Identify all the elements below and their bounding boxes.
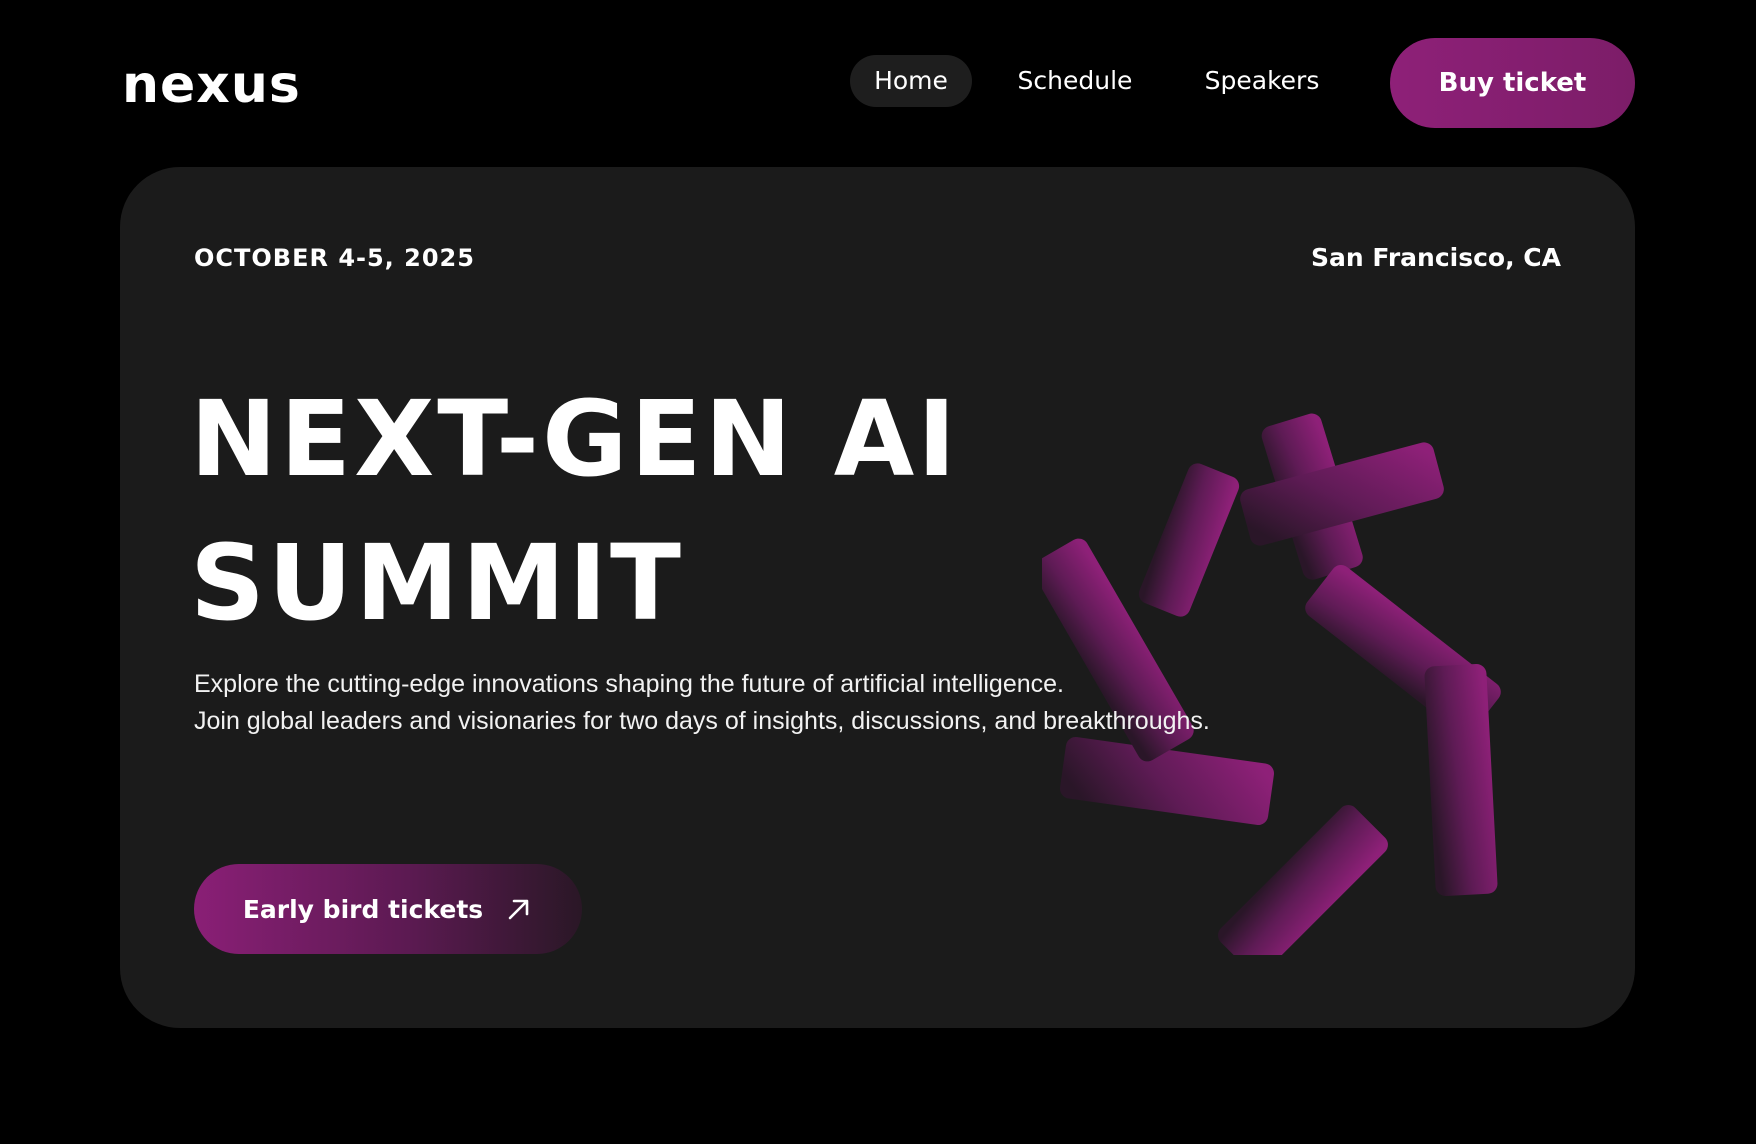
brand-logo[interactable]: nexus [122, 52, 301, 118]
nav-item-home[interactable]: Home [850, 55, 972, 107]
early-bird-tickets-button[interactable]: Early bird tickets [194, 864, 582, 954]
hero-title-line-1: NEXT-GEN AI [190, 378, 959, 500]
hero-title-line-2: SUMMIT [190, 522, 684, 644]
event-date: OCTOBER 4-5, 2025 [194, 244, 475, 272]
early-bird-tickets-label: Early bird tickets [242, 894, 484, 924]
hero-description-line-2: Join global leaders and visionaries for … [194, 707, 1210, 735]
buy-ticket-button[interactable]: Buy ticket [1390, 38, 1635, 128]
hero-title: NEXT-GEN AI SUMMIT [190, 367, 1290, 655]
nav-item-speakers[interactable]: Speakers [1186, 55, 1338, 107]
hero-description-line-1: Explore the cutting-edge innovations sha… [194, 670, 1064, 698]
nav-item-schedule[interactable]: Schedule [1000, 55, 1150, 107]
event-location: San Francisco, CA [1310, 243, 1561, 272]
arrow-up-right-icon [508, 899, 529, 920]
hero-description: Explore the cutting-edge innovations sha… [194, 666, 1374, 740]
hero-card: OCTOBER 4-5, 2025 San Francisco, CA NEXT… [120, 167, 1635, 1028]
